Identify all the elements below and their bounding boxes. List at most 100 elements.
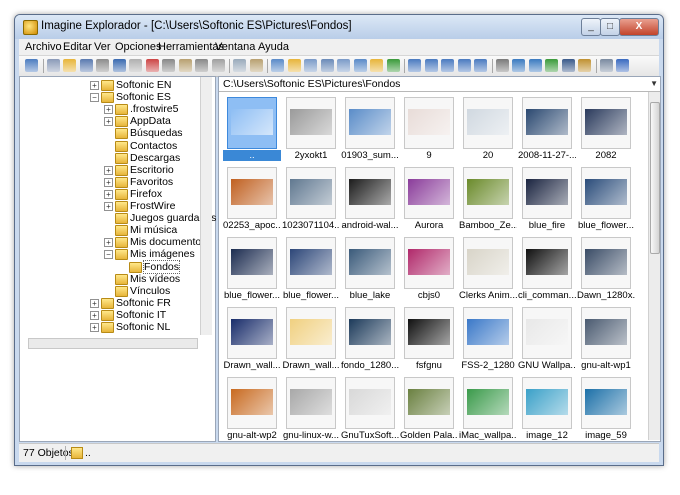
thumbnail-item[interactable]: GnuTuxSoft... [341,377,399,440]
folder-up-icon[interactable] [370,59,383,72]
thumbnail-item[interactable]: blue_lake [344,237,396,301]
thumbnail-item[interactable]: 20 [462,97,514,161]
thumbnail-item[interactable]: android-wal... [341,167,399,231]
tree-horizontal-scrollbar[interactable] [28,338,198,349]
menu-archivo[interactable]: Archivo [25,41,62,53]
thumbnail-item[interactable]: fsfgnu [403,307,455,371]
menu-ventana[interactable]: Ventana [215,41,255,53]
cut-icon[interactable] [211,59,225,72]
info-icon[interactable] [112,59,126,72]
screen-icon[interactable] [561,59,575,72]
thumbnail-item[interactable]: blue_flower... [283,237,339,301]
help-icon[interactable] [616,59,629,72]
menu-ver[interactable]: Ver [94,41,111,53]
layout-3-icon[interactable] [441,59,454,72]
thumbnail-item[interactable]: gnu-alt-wp1 [580,307,632,371]
menu-opciones[interactable]: Opciones [115,41,161,53]
layout-5-icon[interactable] [474,59,487,72]
thumbnail-item[interactable]: 2082 [580,97,632,161]
paste-icon[interactable] [249,59,263,72]
eye-icon[interactable] [25,59,38,72]
thumbnail-item[interactable]: Dawn_1280x... [577,237,635,301]
thumbnail-item[interactable]: GNU Wallpa... [518,307,576,371]
thumbnail-item[interactable]: blue_fire [521,167,573,231]
edit-icon[interactable] [578,59,591,72]
print-icon[interactable] [96,59,109,72]
view-film-icon[interactable] [337,59,350,72]
close-button[interactable]: X [619,18,659,36]
thumbnail-item[interactable]: gnu-linux-w... [283,377,339,440]
filter-icon[interactable] [528,59,542,72]
expand-toggle-icon[interactable]: + [104,177,113,187]
expand-toggle-icon[interactable]: + [104,105,113,115]
thumbnail-item[interactable]: cli_comman... [518,237,576,301]
thumbnail-item[interactable]: 2yxokt1 [285,97,337,161]
view-large-icon[interactable] [287,59,301,72]
properties-icon[interactable] [129,59,142,72]
thumbnail-item[interactable]: Drawn_wall... [223,307,281,371]
layout-2-icon[interactable] [424,59,438,72]
tree-vertical-scrollbar[interactable] [200,77,212,335]
path-combobox[interactable]: C:\Users\Softonic ES\Pictures\Fondos ▼ [219,77,660,92]
view-details-icon[interactable] [304,59,317,72]
minimize-button[interactable]: _ [581,18,601,36]
thumbnail-item[interactable]: Drawn_wall... [282,307,340,371]
search-icon[interactable] [512,59,525,72]
folder-icon[interactable] [63,59,76,72]
trash-icon[interactable] [195,59,208,72]
thumbnail-item[interactable]: cbjs0 [403,237,455,301]
copy-icon[interactable] [46,59,60,72]
expand-toggle-icon[interactable]: + [90,298,99,308]
thumbnail-vertical-scrollbar[interactable] [648,92,660,440]
expand-toggle-icon[interactable]: − [104,250,113,260]
save-icon[interactable] [79,59,93,72]
thumbnail-item[interactable]: blue_flower... [224,237,280,301]
thumbnail-item[interactable]: blue_flower... [578,167,634,231]
thumbnail-item[interactable]: 2008-11-27-... [518,97,576,161]
thumbnail-item[interactable]: gnu-alt-wp2 [226,377,278,440]
batch-icon[interactable] [545,59,558,72]
thumbnail-item[interactable]: Golden Pala... [400,377,458,440]
expand-toggle-icon[interactable]: + [90,81,99,90]
view-panel-icon[interactable] [353,59,367,72]
paste-icon[interactable] [178,59,192,72]
thumbnail-item[interactable]: iMac_wallpa... [459,377,517,440]
menu-editar[interactable]: Editar [63,41,92,53]
settings-icon[interactable] [599,59,613,72]
thumbnail-item[interactable]: fondo_1280... [341,307,399,371]
thumbnail-item[interactable]: Clerks Anim... [459,237,517,301]
thumbnail-item[interactable]: Bamboo_Ze... [459,167,517,231]
thumbnail-item[interactable]: .. [223,97,281,161]
expand-toggle-icon[interactable]: + [104,238,113,248]
thumbnail-item[interactable]: 01903_sum... [341,97,399,161]
maximize-button[interactable]: □ [600,18,620,36]
menu-ayuda[interactable]: Ayuda [258,41,289,53]
layout-4-icon[interactable] [457,59,471,72]
thumbnail-item[interactable]: Aurora [403,167,455,231]
expand-toggle-icon[interactable]: − [90,93,99,103]
thumbnail-item[interactable]: 1023071104... [282,167,340,231]
delete-icon[interactable] [145,59,159,72]
layout-1-icon[interactable] [408,59,421,72]
tools-icon[interactable] [495,59,509,72]
thumbnail-item[interactable]: FSS-2_1280 [461,307,515,371]
scrollbar-thumb[interactable] [650,102,660,254]
expand-toggle-icon[interactable]: + [90,323,99,332]
thumbnail-item[interactable]: 02253_apoc... [223,167,281,231]
expand-toggle-icon[interactable]: + [104,165,113,175]
copy-icon[interactable] [233,59,246,72]
thumbnail-item[interactable]: image_12 [521,377,573,440]
chevron-down-icon[interactable]: ▼ [650,79,658,88]
view-thumbs-icon[interactable] [271,59,284,72]
expand-toggle-icon[interactable]: + [90,310,99,320]
title-bar[interactable]: Imagine Explorador - [C:\Users\Softonic … [15,15,663,39]
thumbnail-item[interactable]: 9 [403,97,455,161]
scissors-icon[interactable] [162,59,175,72]
expand-toggle-icon[interactable]: + [104,189,113,199]
thumbnail-item[interactable]: image_59 [580,377,632,440]
refresh-icon[interactable] [386,59,400,72]
expand-toggle-icon[interactable]: + [104,117,113,127]
thumbnail-image [526,249,568,275]
view-list-icon[interactable] [320,59,334,72]
expand-toggle-icon[interactable]: + [104,202,113,211]
